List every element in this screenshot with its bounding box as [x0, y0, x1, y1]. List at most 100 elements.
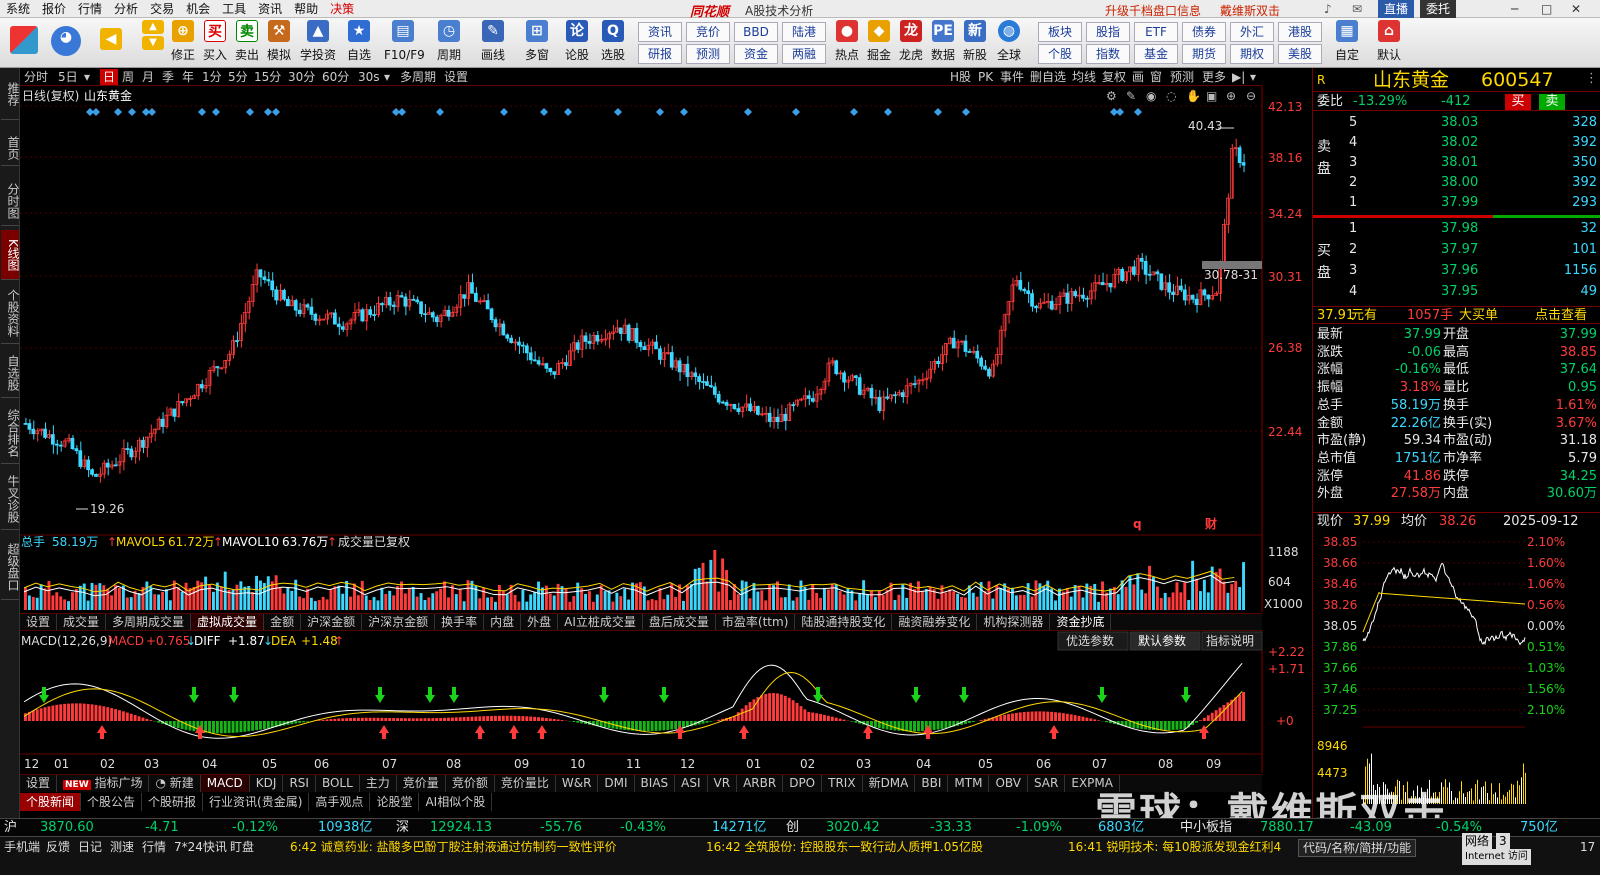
- tab-i-rsi[interactable]: RSI: [283, 775, 316, 792]
- tool-remove-watch[interactable]: 删自选: [1030, 69, 1066, 85]
- tab-i-kdj[interactable]: KDJ: [250, 775, 284, 792]
- tab-i-vr[interactable]: VR: [708, 775, 738, 792]
- tab-i-macd[interactable]: MACD: [200, 775, 250, 792]
- period-dropdown2-icon[interactable]: ▾: [384, 69, 390, 85]
- period-multi[interactable]: 多周期: [400, 69, 436, 85]
- event-diamond[interactable]: [92, 108, 100, 116]
- grid-news[interactable]: 资讯: [638, 22, 682, 42]
- grid-futures[interactable]: 期货: [1182, 44, 1226, 64]
- menu-tools[interactable]: 工具: [216, 0, 252, 18]
- grid-hk-stocks[interactable]: 港股: [1278, 22, 1322, 42]
- grid-etf[interactable]: ETF: [1134, 22, 1178, 42]
- left-tab-profile[interactable]: 个股资料: [1, 282, 20, 344]
- menu-trade[interactable]: 交易: [144, 0, 180, 18]
- tab-i-sar[interactable]: SAR: [1028, 775, 1066, 792]
- tab-i-asi[interactable]: ASI: [675, 775, 708, 792]
- left-tab-ranking[interactable]: 综合排名: [1, 402, 20, 464]
- period-button[interactable]: ◷ 周期: [434, 20, 464, 62]
- ipo-button[interactable]: 新新股: [960, 20, 990, 62]
- left-tab-intraday[interactable]: 分时图: [1, 176, 20, 226]
- zoom-in-icon[interactable]: ⊕: [1226, 89, 1236, 103]
- event-diamond[interactable]: [114, 108, 122, 116]
- period-week[interactable]: 周: [122, 69, 134, 85]
- tab-v-ai[interactable]: AI立桩成交量: [558, 614, 643, 630]
- left-tab-recommend[interactable]: 推荐: [1, 68, 20, 120]
- order-button[interactable]: 委托: [1420, 0, 1457, 18]
- eye-off-icon[interactable]: ◌: [1166, 89, 1176, 103]
- tool-predict[interactable]: 预测: [1170, 69, 1194, 85]
- status-feedback[interactable]: 反馈: [46, 839, 70, 855]
- tab-i-boll[interactable]: BOLL: [316, 775, 360, 792]
- status-watch[interactable]: 盯盘: [230, 839, 254, 855]
- tab-i-bbi[interactable]: BBI: [915, 775, 949, 792]
- tab-i-mtm[interactable]: MTM: [948, 775, 990, 792]
- menu-analysis[interactable]: 分析: [108, 0, 144, 18]
- tab-i-auction-amt[interactable]: 竞价额: [446, 775, 495, 792]
- tool-draw[interactable]: 画: [1132, 69, 1144, 85]
- bid-row[interactable]: 2 37.97 101: [1313, 241, 1600, 259]
- tab-v-northbound[interactable]: 陆股通持股变化: [795, 614, 893, 630]
- maximize-icon[interactable]: □: [1535, 0, 1558, 18]
- event-diamond[interactable]: [128, 108, 136, 116]
- quick-sell-button[interactable]: 卖: [1539, 94, 1565, 110]
- data-button[interactable]: PE 数据: [928, 20, 958, 62]
- event-diamond[interactable]: [884, 108, 892, 116]
- tool-adjust[interactable]: 复权: [1102, 69, 1126, 85]
- volume-chart[interactable]: 总手 58.19万 ↑ MAVOL5 61.72万 ↑ MAVOL10 63.7…: [20, 534, 1312, 612]
- big-order-row[interactable]: 37.91 元有 1057手 大买单 点击查看: [1313, 306, 1600, 324]
- grid-forex[interactable]: 外汇: [1230, 22, 1274, 42]
- news-tab-research[interactable]: 个股研报: [142, 793, 204, 811]
- expand-icon[interactable]: ▶|: [1232, 69, 1245, 85]
- tab-v-margin[interactable]: 融资融券变化: [892, 614, 978, 630]
- tab-v-pe[interactable]: 市盈率(ttm): [716, 614, 796, 630]
- big-order-view-link[interactable]: 点击查看: [1535, 307, 1587, 325]
- tab-i-dpo[interactable]: DPO: [783, 775, 823, 792]
- menu-system[interactable]: 系统: [0, 0, 36, 18]
- close-icon[interactable]: ✕: [1565, 0, 1587, 18]
- tab-i-trix[interactable]: TRIX: [822, 775, 863, 792]
- status-mobile[interactable]: 手机端: [4, 839, 40, 855]
- grid-options[interactable]: 期权: [1230, 44, 1274, 64]
- default-home-button[interactable]: ⌂ 默认: [1374, 20, 1404, 62]
- event-diamond[interactable]: [148, 108, 156, 116]
- tool-h-share[interactable]: H股: [950, 69, 971, 85]
- f10-button[interactable]: ▤ F10/F9: [384, 20, 425, 62]
- live-button[interactable]: 直播: [1378, 0, 1415, 18]
- event-diamond[interactable]: [272, 108, 280, 116]
- news-tab-forum[interactable]: 论股堂: [370, 793, 420, 811]
- event-diamond[interactable]: [540, 108, 548, 116]
- index-sh-name[interactable]: 沪: [4, 820, 17, 836]
- kline-chart[interactable]: 日线(复权) 山东黄金 40.43 19.26 30.78-31 q 财 42.…: [20, 86, 1312, 534]
- event-diamond[interactable]: [198, 108, 206, 116]
- left-tab-super-book[interactable]: 超级盘口: [1, 534, 20, 600]
- period-30s[interactable]: 30s: [358, 69, 380, 85]
- index-sz-name[interactable]: 深: [396, 820, 409, 836]
- ask-row[interactable]: 1 37.99 293: [1313, 194, 1600, 212]
- minimize-icon[interactable]: ─: [1505, 0, 1524, 18]
- dragon-tiger-button[interactable]: 龙龙虎: [896, 20, 926, 62]
- period-intraday[interactable]: 分时: [24, 69, 48, 85]
- period-day[interactable]: 日: [100, 69, 119, 85]
- event-diamond[interactable]: [1116, 108, 1124, 116]
- period-month[interactable]: 月: [142, 69, 154, 85]
- event-diamond[interactable]: [962, 108, 970, 116]
- left-tab-diagnosis[interactable]: 牛叉诊股: [1, 468, 20, 530]
- status-market[interactable]: 行情: [142, 839, 166, 855]
- ticker-news-3[interactable]: 16:41 锐明技术: 每10股派发现金红利4: [1068, 839, 1281, 855]
- grid-stocks[interactable]: 个股: [1038, 44, 1082, 64]
- grid-logo-icon[interactable]: [8, 26, 40, 54]
- dig-gold-button[interactable]: ◆ 掘金: [864, 20, 894, 62]
- event-diamond[interactable]: [850, 108, 858, 116]
- stock-picker-button[interactable]: Q 选股: [598, 20, 628, 62]
- ask-row[interactable]: 4 38.02 392: [1313, 134, 1600, 152]
- ticker-news-1[interactable]: 6:42 诚意药业: 盐酸多巴酚丁胺注射液通过仿制药一致性评价: [290, 839, 617, 855]
- tab-v-inner[interactable]: 内盘: [484, 614, 522, 630]
- event-diamond[interactable]: [398, 108, 406, 116]
- ask-row[interactable]: 2 38.00 392: [1313, 174, 1600, 192]
- grid-margin[interactable]: 两融: [782, 44, 826, 64]
- event-diamond[interactable]: [680, 108, 688, 116]
- period-1min[interactable]: 1分: [202, 69, 222, 85]
- period-dropdown-icon[interactable]: ▾: [84, 69, 90, 85]
- left-tab-home[interactable]: 首页: [1, 130, 20, 166]
- status-724-news[interactable]: 7*24快讯: [174, 839, 227, 855]
